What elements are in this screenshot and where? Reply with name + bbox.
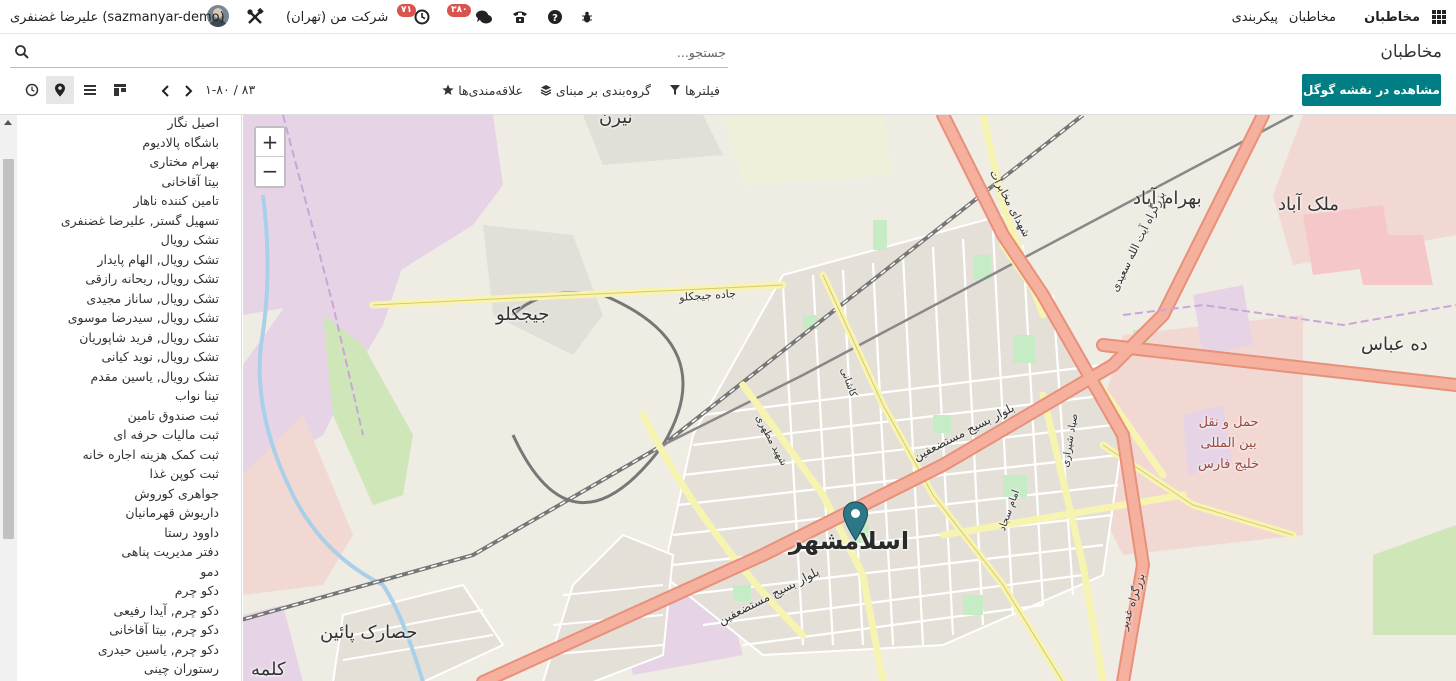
zoom-in-button[interactable]: +	[256, 128, 284, 157]
apps-grid-icon[interactable]	[1432, 10, 1446, 24]
contact-list-item[interactable]: تشک رویال, فرید شاپوریان	[17, 328, 219, 348]
pager-value[interactable]: ۱-۸۰ / ۸۳	[205, 82, 255, 97]
map-label-kalameh: کلمه	[251, 659, 286, 680]
contact-list: اصیل نگارباشگاه پالادیومبهرام مختاریبیتا…	[17, 115, 241, 679]
contact-list-item[interactable]: داوود رستا	[17, 523, 219, 543]
filters-button[interactable]: فیلترها	[669, 80, 720, 100]
contacts-sidebar: اصیل نگارباشگاه پالادیومبهرام مختاریبیتا…	[17, 115, 242, 681]
contact-list-item[interactable]: تشک رویال, سیدرضا موسوی	[17, 308, 219, 328]
contact-list-item[interactable]: تشک رویال, یاسین مقدم	[17, 367, 219, 387]
user-menu[interactable]: علیرضا غضنفری (sazmanyar-demo)	[10, 0, 225, 34]
top-navbar: مخاطبان مخاطبان پیکربندی ? ۳۸۰ ۷۱ شرکت م…	[0, 0, 1456, 34]
contact-list-item[interactable]: دکو چرم, بیتا آقاخانی	[17, 620, 219, 640]
contact-list-item[interactable]: رستوران چینی	[17, 659, 219, 679]
contact-list-item[interactable]: ثبت مالیات حرفه ای	[17, 425, 219, 445]
map-view-button[interactable]	[46, 76, 74, 104]
filter-icon	[669, 84, 681, 96]
activity-view-button[interactable]	[18, 76, 46, 104]
svg-text:?: ?	[552, 13, 558, 24]
contact-list-item[interactable]: داریوش قهرمانیان	[17, 503, 219, 523]
group-by-button[interactable]: گروه‌بندی بر مبنای	[540, 80, 651, 100]
contact-list-item[interactable]: دمو	[17, 562, 219, 582]
tools-icon[interactable]	[246, 8, 264, 26]
contact-list-item[interactable]: بیتا آقاخانی	[17, 172, 219, 192]
pager-previous-button[interactable]	[178, 80, 198, 102]
contact-list-item[interactable]: ثبت کوپن غذا	[17, 464, 219, 484]
map-label-hesarak: حصارک پائین	[320, 622, 417, 643]
activities-badge: ۷۱	[397, 4, 416, 17]
map-view-content: اصیل نگارباشگاه پالادیومبهرام مختاریبیتا…	[0, 114, 1456, 681]
contact-list-item[interactable]: تشک رویال, نوید کیانی	[17, 347, 219, 367]
messages-badge: ۳۸۰	[447, 4, 471, 17]
contact-list-item[interactable]: بهرام مختاری	[17, 152, 219, 172]
contact-list-item[interactable]: دکو چرم, یاسین حیدری	[17, 640, 219, 660]
contact-list-item[interactable]: دکو چرم	[17, 581, 219, 601]
contact-list-item[interactable]: تشک رویال	[17, 230, 219, 250]
clock-icon	[25, 83, 39, 97]
map-label-bahramabad: بهرام آباد	[1133, 188, 1202, 209]
list-view-button[interactable]	[76, 76, 104, 104]
contact-list-item[interactable]: جواهری کوروش	[17, 484, 219, 504]
map-label-deh-abbas: ده عباس	[1361, 334, 1428, 355]
zoom-control: + −	[254, 126, 286, 188]
pager-next-button[interactable]	[156, 80, 176, 102]
search-bar	[10, 38, 728, 68]
contact-list-item[interactable]: تامین کننده ناهار	[17, 191, 219, 211]
page-title: مخاطبان	[1380, 42, 1442, 62]
menu-contacts[interactable]: مخاطبان	[1289, 0, 1336, 34]
map-label-malekabad: ملک آباد	[1278, 194, 1339, 215]
favorites-button[interactable]: علاقه‌مندی‌ها	[442, 80, 523, 100]
zoom-out-button[interactable]: −	[256, 157, 284, 186]
list-icon	[83, 83, 97, 97]
map-label-jijaklu: جیجکلو	[496, 304, 549, 325]
filters-label: فیلترها	[685, 83, 720, 98]
contact-list-item[interactable]: دفتر مدیریت پناهی	[17, 542, 219, 562]
chat-icon[interactable]	[475, 8, 493, 26]
contact-list-item[interactable]: تسهیل گستر, علیرضا غضنفری	[17, 211, 219, 231]
contact-list-item[interactable]: تشک رویال, ساناز مجیدی	[17, 289, 219, 309]
map-canvas[interactable]: اسلامشهر جیجکلو بهرام آباد ملک آباد ده ع…	[243, 115, 1456, 681]
kanban-icon	[113, 83, 127, 97]
chevron-left-icon	[161, 85, 171, 97]
contact-list-item[interactable]: اصیل نگار	[17, 115, 219, 133]
contact-list-item[interactable]: تینا نواب	[17, 386, 219, 406]
google-maps-button[interactable]: مشاهده در نقشه گوگل	[1302, 74, 1441, 106]
contact-list-item[interactable]: ثبت صندوق تامین	[17, 406, 219, 426]
group-by-label: گروه‌بندی بر مبنای	[556, 83, 651, 98]
star-icon	[442, 84, 454, 96]
layers-icon	[540, 84, 552, 96]
map-label-poi: حمل و نقلبین المللیخلیج فارس	[1198, 412, 1259, 475]
map-marker-icon	[54, 83, 66, 97]
contact-list-item[interactable]: باشگاه پالادیوم	[17, 133, 219, 153]
favorites-label: علاقه‌مندی‌ها	[458, 83, 523, 98]
kanban-view-button[interactable]	[106, 76, 134, 104]
sidebar-scrollbar[interactable]	[0, 115, 17, 681]
phone-icon[interactable]	[511, 8, 529, 26]
chevron-right-icon	[183, 85, 193, 97]
help-icon[interactable]: ?	[546, 8, 564, 26]
contact-list-item[interactable]: دکو چرم, آیدا رفیعی	[17, 601, 219, 621]
menu-configuration[interactable]: پیکربندی	[1232, 0, 1278, 34]
contact-list-item[interactable]: ثبت کمک هزینه اجاره خانه	[17, 445, 219, 465]
scroll-up-icon[interactable]	[4, 120, 12, 125]
bug-icon[interactable]	[578, 8, 596, 26]
app-brand[interactable]: مخاطبان	[1364, 0, 1420, 34]
map-label-top-town: نیرن	[599, 115, 633, 128]
scrollbar-thumb[interactable]	[3, 159, 14, 539]
search-input[interactable]	[38, 38, 728, 66]
map-marker-icon[interactable]	[842, 501, 869, 541]
search-icon[interactable]	[14, 44, 30, 60]
contact-list-item[interactable]: تشک رویال, الهام پایدار	[17, 250, 219, 270]
contact-list-item[interactable]: تشک رویال, ریحانه رازقی	[17, 269, 219, 289]
company-switcher[interactable]: شرکت من (تهران)	[286, 0, 388, 34]
